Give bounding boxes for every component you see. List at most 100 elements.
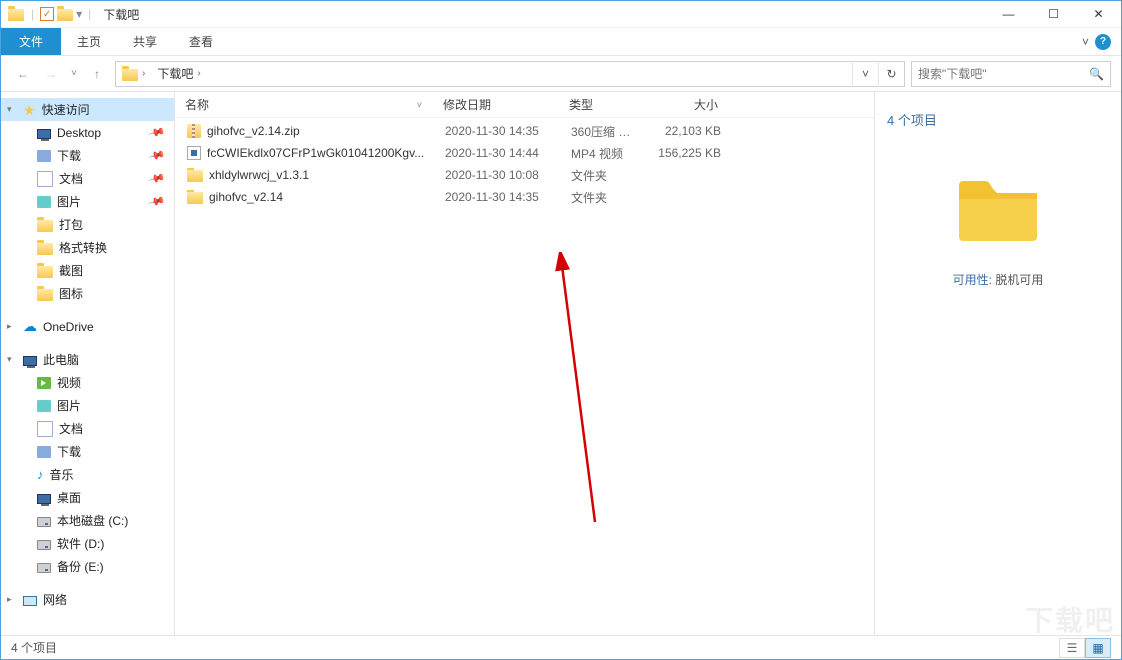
sidebar-onedrive[interactable]: ▸☁OneDrive <box>1 315 174 338</box>
ribbon-file-tab[interactable]: 文件 <box>1 28 61 55</box>
column-size[interactable]: 大小 <box>639 92 729 117</box>
column-date[interactable]: 修改日期 <box>433 92 559 117</box>
minimize-button[interactable]: — <box>986 1 1031 28</box>
cell-date: 2020-11-30 14:35 <box>435 190 561 204</box>
sidebar-item-pictures[interactable]: 图片📌 <box>1 190 174 213</box>
chevron-down-icon[interactable]: ▾ <box>7 104 17 115</box>
nav-arrows: ← → ˅ ↑ <box>11 62 109 86</box>
file-name: xhldylwrwcj_v1.3.1 <box>209 168 309 182</box>
sidebar-label: 快速访问 <box>42 101 90 118</box>
main-area: ▾ ★ 快速访问 Desktop📌 下载 📌 文档📌 图片📌 打包 格式转换 截图… <box>1 92 1121 635</box>
sidebar-item-pack[interactable]: 打包 <box>1 213 174 236</box>
music-icon: ♪ <box>37 467 44 482</box>
file-row[interactable]: gihofvc_v2.14.zip2020-11-30 14:35360压缩 Z… <box>177 120 874 142</box>
desktop-icon <box>37 129 51 139</box>
ribbon-tab-home[interactable]: 主页 <box>61 28 117 55</box>
maximize-button[interactable]: ☐ <box>1031 1 1076 28</box>
network-icon <box>23 596 37 606</box>
sidebar-item-videos[interactable]: 视频 <box>1 371 174 394</box>
sidebar-item-label: 截图 <box>59 262 83 279</box>
close-button[interactable]: ✕ <box>1076 1 1121 28</box>
forward-button[interactable]: → <box>39 62 63 86</box>
desktop-icon <box>37 494 51 504</box>
help-icon[interactable]: ? <box>1095 34 1111 50</box>
minimize-icon: — <box>1003 7 1015 21</box>
ribbon-tab-share[interactable]: 共享 <box>117 28 173 55</box>
column-type[interactable]: 类型 <box>559 92 639 117</box>
search-box[interactable]: 🔍 <box>911 61 1111 87</box>
sidebar-item-documents2[interactable]: 文档 <box>1 417 174 440</box>
sidebar-label: 网络 <box>43 591 67 608</box>
file-row[interactable]: fcCWIEkdlx07CFrP1wGk01041200Kgv... 2020-1… <box>177 142 874 164</box>
file-name: fcCWIEkdlx07CFrP1wGk01041200Kgv... <box>207 146 424 160</box>
pin-icon: 📌 <box>148 146 166 164</box>
ribbon-expand-icon[interactable]: ˅ <box>1082 35 1089 49</box>
window-title: 下载吧 <box>103 6 139 23</box>
sidebar-item-drive-e[interactable]: 备份 (E:) <box>1 555 174 578</box>
navigation-pane[interactable]: ▾ ★ 快速访问 Desktop📌 下载 📌 文档📌 图片📌 打包 格式转换 截图… <box>1 92 175 635</box>
column-name[interactable]: 名称˅ <box>175 92 433 117</box>
sidebar-item-label: Desktop <box>57 126 101 140</box>
sidebar-item-label: 软件 (D:) <box>57 535 104 552</box>
refresh-button[interactable]: ↻ <box>878 61 904 87</box>
ribbon-tab-view[interactable]: 查看 <box>173 28 229 55</box>
file-name: gihofvc_v2.14 <box>209 190 283 204</box>
sidebar-item-convert[interactable]: 格式转换 <box>1 236 174 259</box>
chevron-right-icon[interactable]: ▸ <box>7 321 17 332</box>
sidebar-item-pictures2[interactable]: 图片 <box>1 394 174 417</box>
sidebar-item-documents[interactable]: 文档📌 <box>1 167 174 190</box>
document-icon <box>37 171 53 187</box>
sidebar-item-label: 图片 <box>57 193 81 210</box>
quick-access-toolbar: | ✓ ▾ | <box>1 5 95 23</box>
column-label: 大小 <box>694 96 718 113</box>
up-button[interactable]: ↑ <box>85 62 109 86</box>
sidebar-item-label: 下载 <box>57 147 81 164</box>
address-dropdown-button[interactable]: ˅ <box>852 61 878 87</box>
sidebar-item-downloads2[interactable]: 下载 <box>1 440 174 463</box>
sidebar-network[interactable]: ▸ 网络 <box>1 588 174 611</box>
back-button[interactable]: ← <box>11 62 35 86</box>
file-row[interactable]: gihofvc_v2.142020-11-30 14:35文件夹 <box>177 186 874 208</box>
address-bar[interactable]: › 下载吧› ˅ ↻ <box>115 61 905 87</box>
sidebar-item-icons[interactable]: 图标 <box>1 282 174 305</box>
sidebar-quick-access[interactable]: ▾ ★ 快速访问 <box>1 98 174 121</box>
search-input[interactable] <box>918 67 1085 81</box>
folder-icon <box>187 192 203 204</box>
search-icon[interactable]: 🔍 <box>1089 67 1104 81</box>
nav-row: ← → ˅ ↑ › 下载吧› ˅ ↻ 🔍 <box>1 56 1121 92</box>
view-details-button[interactable]: ☰ <box>1059 638 1085 658</box>
cloud-icon: ☁ <box>23 318 37 335</box>
folder-icon <box>37 243 53 255</box>
sidebar-label: 此电脑 <box>43 351 79 368</box>
sidebar-item-music[interactable]: ♪ 音乐 <box>1 463 174 486</box>
annotation-arrow <box>555 252 615 532</box>
file-row[interactable]: xhldylwrwcj_v1.3.12020-11-30 10:08文件夹 <box>177 164 874 186</box>
qat-open-icon[interactable] <box>56 5 74 23</box>
separator: | <box>88 7 91 21</box>
sidebar-item-desktop[interactable]: Desktop📌 <box>1 121 174 144</box>
qat-properties-icon[interactable]: ✓ <box>40 7 54 21</box>
cell-type: 360压缩 Z... <box>561 123 641 140</box>
sidebar-this-pc[interactable]: ▾ 此电脑 <box>1 348 174 371</box>
sidebar-item-drive-d[interactable]: 软件 (D:) <box>1 532 174 555</box>
download-icon <box>37 150 51 162</box>
sidebar-item-desktop2[interactable]: 桌面 <box>1 486 174 509</box>
qat-dropdown-icon[interactable]: ▾ <box>76 7 82 21</box>
cell-date: 2020-11-30 14:44 <box>435 146 561 160</box>
address-segment[interactable]: 下载吧› <box>151 62 206 86</box>
cell-type: 文件夹 <box>561 167 641 184</box>
sidebar-item-label: 音乐 <box>50 466 74 483</box>
sidebar-item-downloads[interactable]: 下载 📌 <box>1 144 174 167</box>
view-icons-button[interactable]: ▦ <box>1085 638 1111 658</box>
sidebar-item-screenshot[interactable]: 截图 <box>1 259 174 282</box>
recent-locations-button[interactable]: ˅ <box>67 62 81 86</box>
big-folder-icon <box>953 169 1043 245</box>
folder-icon <box>37 289 53 301</box>
mp4-icon <box>187 146 201 160</box>
sidebar-item-label: 桌面 <box>57 489 81 506</box>
address-root-icon[interactable]: › <box>116 62 151 86</box>
sidebar-item-drive-c[interactable]: 本地磁盘 (C:) <box>1 509 174 532</box>
chevron-down-icon[interactable]: ▾ <box>7 354 17 365</box>
column-label: 类型 <box>569 96 593 113</box>
chevron-right-icon[interactable]: ▸ <box>7 594 17 605</box>
